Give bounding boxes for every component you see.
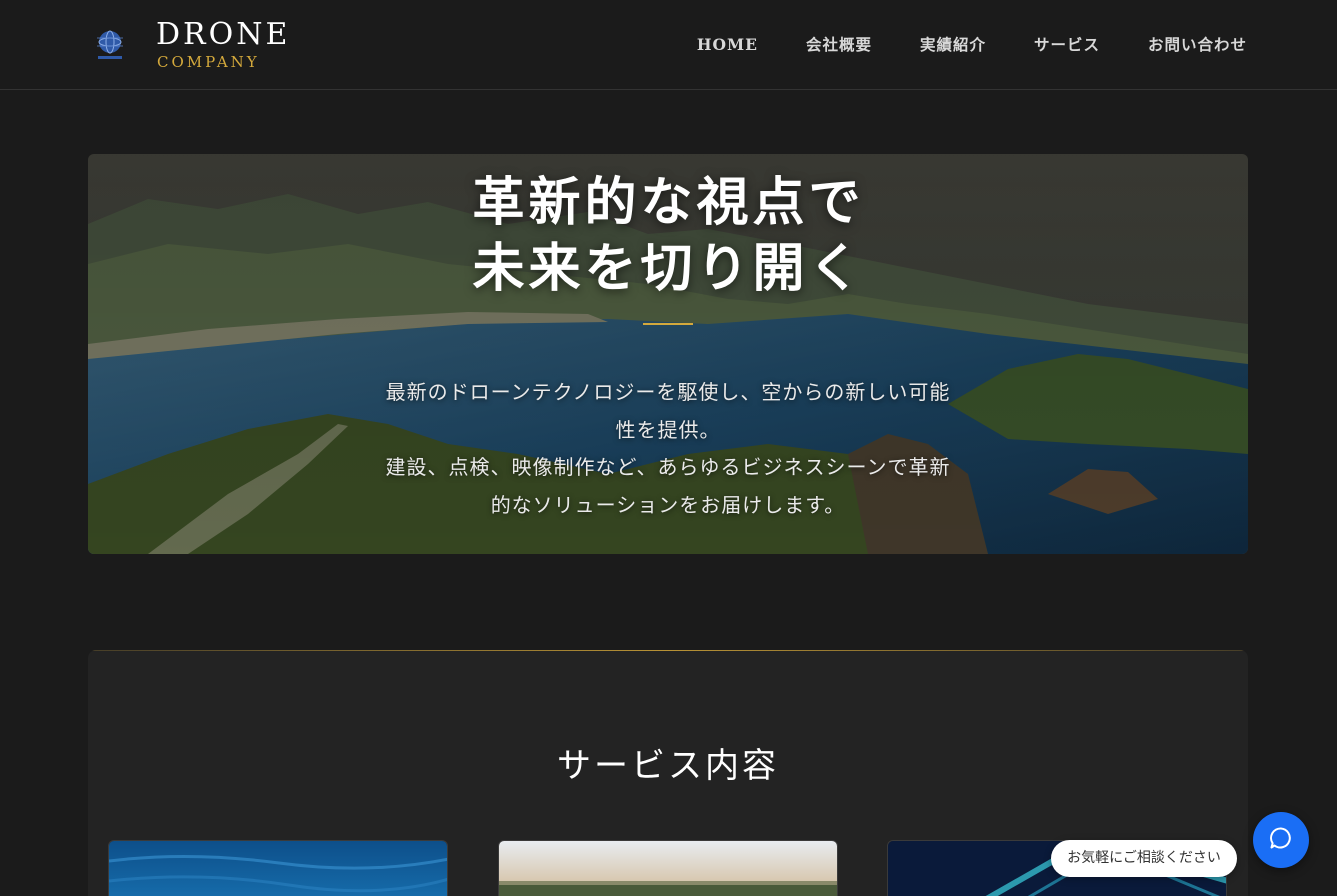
nav-works[interactable]: 実績紹介 bbox=[920, 34, 986, 56]
hero-desc-line-4: 的なソリューションをお届けします。 bbox=[490, 492, 846, 517]
nav-services[interactable]: サービス bbox=[1034, 34, 1100, 56]
services-title: サービス内容 bbox=[557, 746, 779, 786]
nav-home[interactable]: HOME bbox=[697, 34, 758, 56]
brand-subtitle: COMPANY bbox=[157, 53, 260, 71]
service-card-1-image bbox=[109, 841, 447, 896]
hero-title-line-1: 革新的な視点で bbox=[472, 172, 865, 233]
chat-prompt-bubble[interactable]: お気軽にご相談ください bbox=[1051, 840, 1237, 877]
nav-contact[interactable]: お問い合わせ bbox=[1148, 34, 1247, 56]
globe-drone-logo-icon[interactable] bbox=[92, 28, 128, 62]
service-card-2[interactable] bbox=[498, 840, 838, 896]
hero-title-line-2: 未来を切り開く bbox=[472, 238, 865, 299]
brand-name[interactable]: DRONE bbox=[156, 18, 290, 52]
hero-desc-line-1: 最新のドローンテクノロジーを駆使し、空からの新しい可能 bbox=[385, 380, 951, 404]
service-card-2-image bbox=[499, 841, 837, 896]
hero-gold-divider bbox=[643, 323, 693, 325]
nav-company[interactable]: 会社概要 bbox=[806, 34, 872, 56]
hero-desc-line-3: 建設、点検、映像制作など、あらゆるビジネスシーンで革新 bbox=[385, 455, 951, 479]
hero-description: 最新のドローンテクノロジーを駆使し、空からの新しい可能 性を提供。 建設、点検、… bbox=[368, 374, 968, 524]
services-top-border bbox=[88, 650, 1248, 651]
chat-button[interactable] bbox=[1253, 812, 1309, 868]
chat-icon bbox=[1269, 826, 1293, 854]
hero-desc-line-2: 性を提供。 bbox=[615, 417, 721, 442]
service-card-1[interactable] bbox=[108, 840, 448, 896]
main-nav: HOME 会社概要 実績紹介 サービス お問い合わせ bbox=[697, 34, 1247, 56]
site-header: DRONE COMPANY HOME 会社概要 実績紹介 サービス お問い合わせ bbox=[0, 0, 1337, 90]
hero-title: 革新的な視点で 未来を切り開く bbox=[0, 170, 1337, 302]
